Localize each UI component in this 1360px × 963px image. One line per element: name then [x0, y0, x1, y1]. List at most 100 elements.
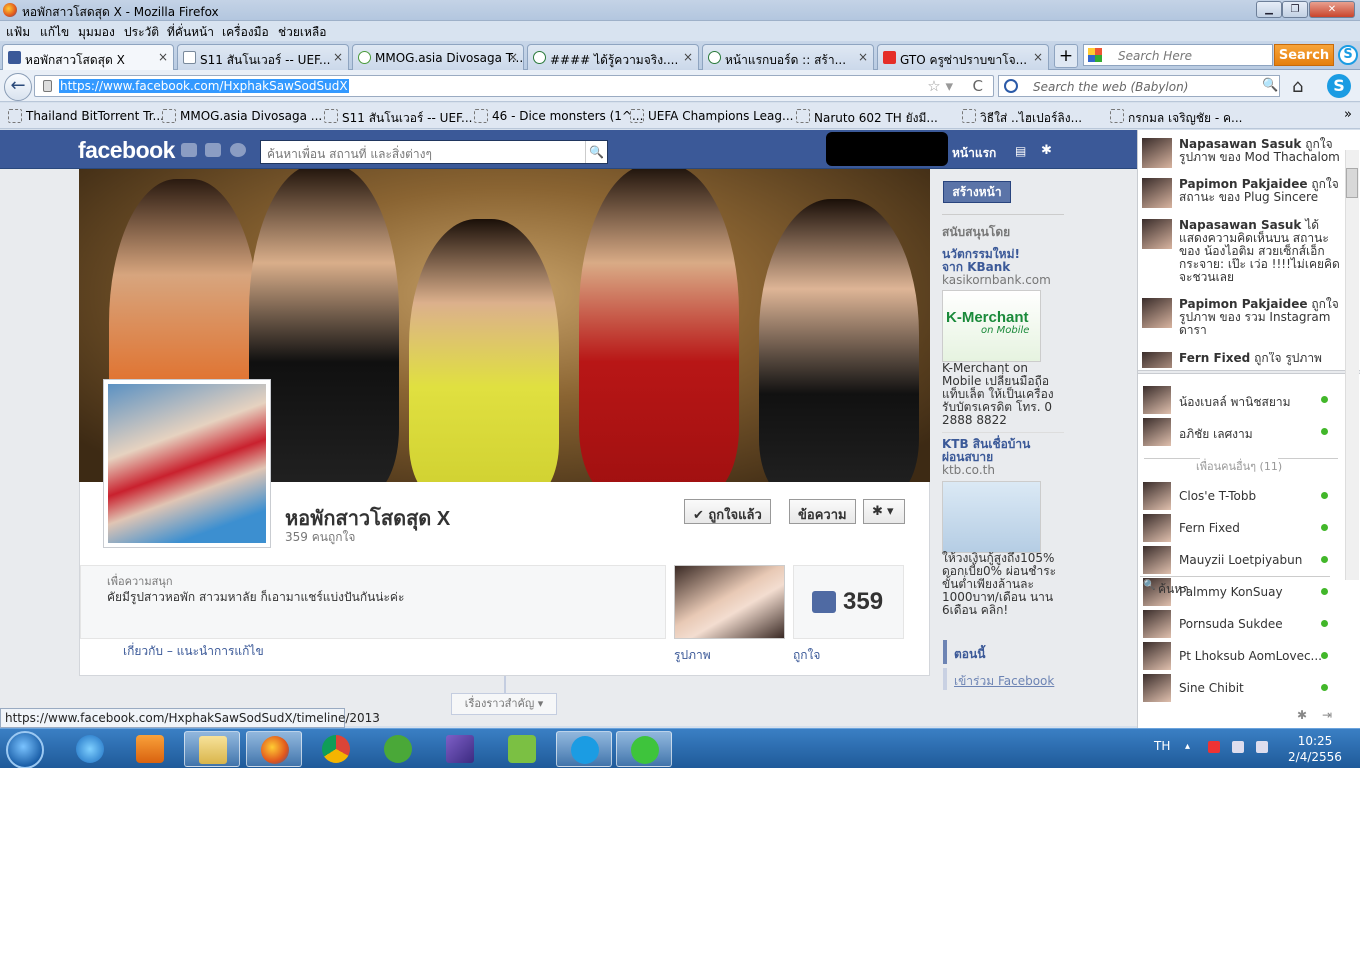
- facebook-logo[interactable]: facebook: [78, 137, 175, 164]
- bookmark-item[interactable]: S11 สันโนเวอร์ -- UEF...: [324, 109, 472, 128]
- page-options-gear-button[interactable]: ✱ ▾: [863, 499, 905, 524]
- about-links[interactable]: เกี่ยวกับ – แนะนำการแก้ไข: [123, 642, 264, 661]
- bookmarks-overflow-icon[interactable]: »: [1344, 107, 1352, 122]
- url-text[interactable]: https://www.facebook.com/HxphakSawSodSud…: [59, 79, 349, 93]
- menu-history[interactable]: ประวัติ: [124, 23, 159, 42]
- volume-icon[interactable]: [1256, 741, 1268, 753]
- bookmark-item[interactable]: MMOG.asia Divosaga ...: [162, 109, 322, 123]
- minimize-button[interactable]: ▁: [1256, 1, 1282, 18]
- settings-gear-icon[interactable]: ✱: [1041, 143, 1052, 158]
- web-search-input[interactable]: Search the web (Babylon): [998, 75, 1280, 97]
- search-engine-icon[interactable]: [1088, 48, 1102, 62]
- start-button[interactable]: [6, 731, 44, 768]
- ad-image-kmerchant[interactable]: K-Merchant on Mobile: [942, 290, 1041, 362]
- photos-link[interactable]: รูปภาพ: [674, 646, 711, 665]
- tab-truth[interactable]: #### ได้รู้ความจริง.... ×: [527, 44, 699, 70]
- chat-friend[interactable]: อภิชัย เลศงาม: [1143, 418, 1338, 446]
- bookmark-star-icon[interactable]: ☆ ▾: [927, 77, 953, 95]
- tray-expand-icon[interactable]: ▴: [1185, 741, 1190, 752]
- sidebar-resize-handle[interactable]: [1138, 370, 1360, 374]
- timeline-now-link[interactable]: ตอนนี้: [954, 645, 985, 664]
- taskbar-chrome[interactable]: [308, 731, 364, 767]
- bookmark-item[interactable]: UEFA Champions Leag...: [630, 109, 793, 123]
- tab-close-icon[interactable]: ×: [1033, 50, 1043, 64]
- menu-view[interactable]: มุมมอง: [78, 23, 115, 42]
- chat-friend[interactable]: Sine Chibit: [1143, 674, 1338, 702]
- likes-link[interactable]: ถูกใจ: [793, 646, 820, 665]
- ticker-item[interactable]: Fern Fixed ถูกใจ รูปภาพ: [1142, 352, 1352, 368]
- tab-mmog[interactable]: MMOG.asia Divosaga T... ×: [352, 44, 524, 70]
- action-center-flag-icon[interactable]: [1208, 741, 1220, 753]
- reload-icon[interactable]: C: [973, 77, 983, 95]
- url-bar[interactable]: https://www.facebook.com/HxphakSawSodSud…: [34, 75, 994, 97]
- create-page-button[interactable]: สร้างหน้า: [943, 181, 1011, 203]
- taskbar-explorer[interactable]: [184, 731, 240, 767]
- skype-button[interactable]: S: [1327, 74, 1351, 98]
- back-button[interactable]: ←: [4, 73, 32, 101]
- chat-search-input[interactable]: 🔍 ค้นหา: [1140, 576, 1330, 596]
- tab-close-icon[interactable]: ×: [508, 50, 518, 64]
- search-button[interactable]: Search: [1274, 44, 1334, 66]
- message-button[interactable]: ข้อความ: [789, 499, 856, 524]
- skype-icon[interactable]: S: [1338, 45, 1358, 65]
- toolbar-search-input[interactable]: Search Here: [1083, 44, 1273, 66]
- chat-friend[interactable]: Pt Lhoksub AomLovec...: [1143, 642, 1338, 670]
- menu-help[interactable]: ช่วยเหลือ: [278, 23, 327, 42]
- tab-close-icon[interactable]: ×: [158, 50, 168, 64]
- profile-picture[interactable]: [103, 379, 271, 548]
- maximize-button[interactable]: ❐: [1282, 1, 1308, 18]
- search-icon[interactable]: 🔍: [1262, 78, 1278, 93]
- babylon-icon[interactable]: [1004, 79, 1018, 93]
- scrollbar-thumb[interactable]: [1346, 168, 1358, 198]
- menu-tools[interactable]: เครื่องมือ: [222, 23, 269, 42]
- highlights-dropdown[interactable]: เรื่องราวสำคัญ ▾: [451, 693, 557, 715]
- taskbar-visual-studio[interactable]: [432, 731, 488, 767]
- chat-friend[interactable]: Pornsuda Sukdee: [1143, 610, 1338, 638]
- tab-close-icon[interactable]: ×: [333, 50, 343, 64]
- taskbar-utorrent[interactable]: [370, 731, 426, 767]
- home-link[interactable]: หน้าแรก: [952, 144, 996, 163]
- taskbar-line[interactable]: [616, 731, 672, 767]
- chat-friend[interactable]: น้องเบลล์ พานิชสยาม: [1143, 386, 1338, 414]
- account-menu-icon[interactable]: ▤: [1015, 144, 1026, 158]
- join-facebook-link[interactable]: เข้าร่วม Facebook: [954, 672, 1054, 691]
- taskbar-media-player[interactable]: [122, 731, 178, 767]
- taskbar-ie[interactable]: [62, 731, 118, 767]
- notifications-globe-icon[interactable]: [230, 143, 246, 157]
- search-icon[interactable]: 🔍: [585, 141, 607, 163]
- bookmark-item[interactable]: วิธีใส่ ..ไฮเปอร์ลิง...: [962, 109, 1082, 128]
- language-indicator[interactable]: TH: [1154, 739, 1170, 753]
- tab-s11[interactable]: S11 สันโนเวอร์ -- UEF... ×: [177, 44, 349, 70]
- menu-file[interactable]: แฟ้ม: [6, 23, 30, 42]
- bookmark-item[interactable]: กรกมล เจริญชัย - ค...: [1110, 109, 1242, 128]
- close-window-button[interactable]: ✕: [1309, 1, 1355, 18]
- tab-board[interactable]: หน้าแรกบอร์ด :: สร้า... ×: [702, 44, 874, 70]
- chat-popout-icon[interactable]: ⇥: [1322, 708, 1332, 722]
- chat-friend[interactable]: Fern Fixed: [1143, 514, 1338, 542]
- tab-close-icon[interactable]: ×: [683, 50, 693, 64]
- network-icon[interactable]: [1232, 741, 1244, 753]
- chat-friend[interactable]: Mauyzii Loetpiyabun: [1143, 546, 1338, 574]
- ad-image-ktb[interactable]: [942, 481, 1041, 553]
- taskbar-skype[interactable]: [556, 731, 612, 767]
- system-clock[interactable]: 10:25 2/4/2556: [1286, 733, 1344, 765]
- bookmark-item[interactable]: Naruto 602 TH ยังมี...: [796, 109, 938, 128]
- tab-youtube[interactable]: GTO ครูซ่าปราบขาโจ... ×: [877, 44, 1049, 70]
- taskbar-hao123[interactable]: [494, 731, 550, 767]
- chat-settings-gear-icon[interactable]: ✱: [1297, 708, 1307, 722]
- tab-facebook[interactable]: หอพักสาวโสดสุด X ×: [2, 44, 174, 71]
- chat-friend[interactable]: Clos'e T-Tobb: [1143, 482, 1338, 510]
- bookmark-item[interactable]: Thailand BitTorrent Tr...: [8, 109, 164, 123]
- bookmark-item[interactable]: 46 - Dice monsters (1^...: [474, 109, 643, 123]
- messages-icon[interactable]: [205, 143, 221, 157]
- photos-thumbnail[interactable]: [674, 565, 785, 639]
- tab-close-icon[interactable]: ×: [858, 50, 868, 64]
- menu-edit[interactable]: แก้ไข: [40, 23, 69, 42]
- new-tab-button[interactable]: +: [1054, 44, 1078, 68]
- home-icon[interactable]: ⌂: [1292, 76, 1303, 97]
- menu-bookmarks[interactable]: ที่คั่นหน้า: [167, 23, 214, 42]
- friend-requests-icon[interactable]: [181, 143, 197, 157]
- liked-button[interactable]: ✔ ถูกใจแล้ว: [684, 499, 771, 524]
- taskbar-firefox[interactable]: [246, 731, 302, 767]
- facebook-search-input[interactable]: ค้นหาเพื่อน สถานที่ และสิ่งต่างๆ 🔍: [260, 140, 608, 164]
